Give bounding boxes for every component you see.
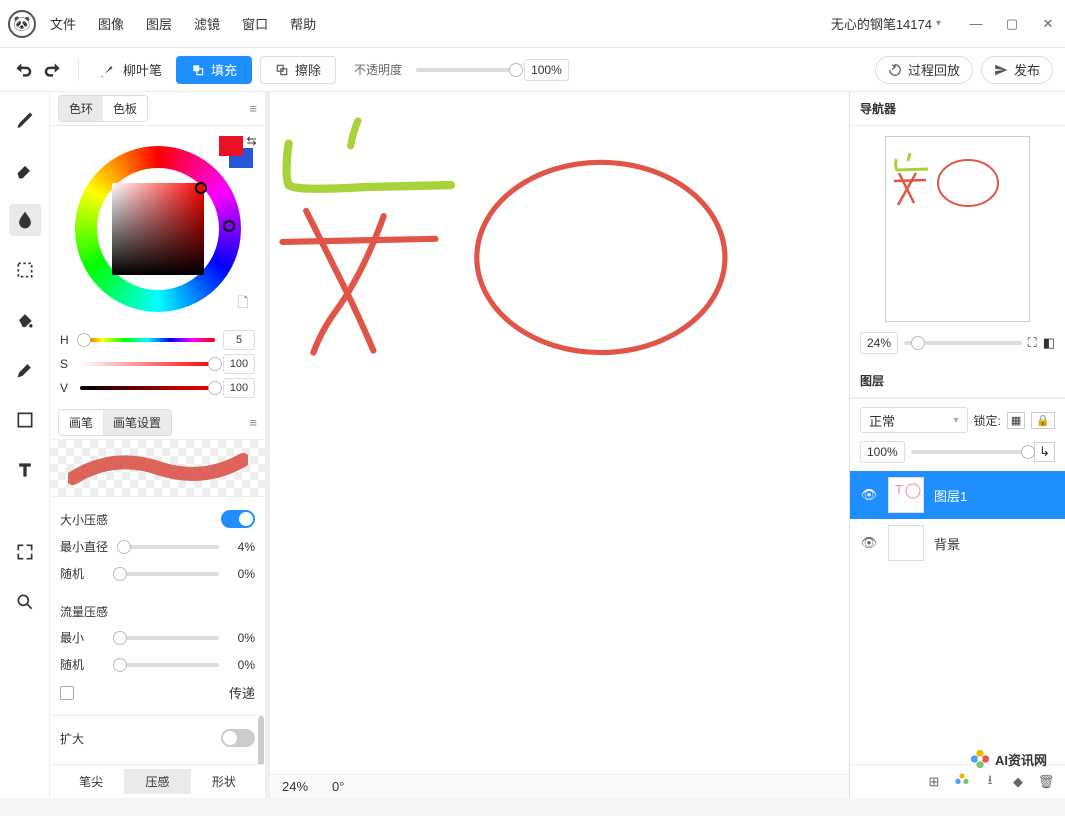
tab-brush[interactable]: 画笔 — [59, 410, 103, 435]
extra-toggle[interactable] — [221, 729, 255, 747]
hue-slider[interactable] — [80, 338, 215, 342]
user-menu[interactable]: 无心的钢笔14174▾ — [831, 14, 941, 33]
layer-opacity-slider[interactable] — [911, 450, 1028, 454]
canvas[interactable] — [270, 92, 849, 774]
download-icon[interactable]: ⭳ — [981, 771, 999, 793]
menu-file[interactable]: 文件 — [50, 14, 76, 33]
fit-screen-icon[interactable]: ⛶ — [1028, 335, 1037, 351]
tool-text[interactable] — [9, 454, 41, 486]
min-diameter-slider[interactable] — [120, 545, 219, 549]
opacity-label: 不透明度 — [354, 61, 402, 78]
panel-menu-icon[interactable]: ≡ — [249, 101, 257, 116]
menu-layer[interactable]: 图层 — [146, 14, 172, 33]
fill-button[interactable]: 填充 — [176, 56, 252, 84]
opacity-value[interactable]: 100% — [524, 59, 569, 81]
size-pressure-toggle[interactable] — [221, 510, 255, 528]
color-wheel[interactable]: ⇆ 🗋 — [63, 134, 253, 324]
window-maximize[interactable]: ▢ — [1003, 16, 1021, 32]
erase-button[interactable]: 擦除 — [260, 56, 336, 84]
brush-selector[interactable]: 柳叶笔 — [99, 60, 162, 79]
tool-transform[interactable] — [9, 536, 41, 568]
size-random-slider[interactable] — [120, 572, 219, 576]
layer-row-bg[interactable]: 👁 背景 — [850, 519, 1065, 567]
flow-min-slider[interactable] — [120, 636, 219, 640]
menu-help[interactable]: 帮助 — [290, 14, 316, 33]
navigator-title: 导航器 — [850, 92, 1065, 126]
delete-layer-icon[interactable]: 🗑 — [1037, 774, 1055, 790]
saturation-slider[interactable] — [80, 362, 215, 366]
layers-title: 图层 — [850, 364, 1065, 398]
tool-shape[interactable] — [9, 404, 41, 436]
flow-pressure-label: 流量压感 — [50, 595, 265, 624]
menu-image[interactable]: 图像 — [98, 14, 124, 33]
svg-text:T: T — [895, 482, 903, 497]
ftab-pressure[interactable]: 压感 — [124, 769, 190, 794]
visibility-icon[interactable]: 👁 — [860, 535, 878, 551]
new-layer-icon[interactable]: ⊞ — [925, 774, 943, 790]
brush-preview — [50, 440, 265, 496]
app-logo: 🐼 — [8, 10, 36, 38]
blend-mode-select[interactable]: 正常▾ — [860, 407, 968, 433]
reset-colors-icon[interactable]: 🗋 — [237, 292, 248, 316]
tool-brush[interactable] — [9, 104, 41, 136]
tool-smudge[interactable] — [9, 204, 41, 236]
layer-row-1[interactable]: 👁 T 图层1 — [850, 471, 1065, 519]
undo-button[interactable] — [12, 59, 34, 81]
visibility-icon[interactable]: 👁 — [860, 487, 878, 503]
pass-checkbox[interactable] — [60, 686, 74, 700]
foreground-swatch[interactable] — [219, 136, 243, 156]
tool-bucket[interactable] — [9, 304, 41, 336]
brush-panel-menu-icon[interactable]: ≡ — [249, 415, 257, 430]
layer-opacity-value[interactable]: 100% — [860, 441, 905, 463]
lock-all-icon[interactable]: 🔒 — [1031, 412, 1055, 429]
replay-button[interactable]: 过程回放 — [875, 56, 973, 84]
tab-color-ring[interactable]: 色环 — [59, 96, 103, 121]
layer-icon-1[interactable] — [953, 772, 971, 791]
window-close[interactable]: ✕ — [1039, 16, 1057, 32]
value-slider[interactable] — [80, 386, 215, 390]
opacity-slider[interactable] — [416, 68, 516, 72]
navigator-preview[interactable] — [885, 136, 1030, 322]
nav-zoom-value[interactable]: 24% — [860, 332, 898, 354]
tool-zoom[interactable] — [9, 586, 41, 618]
menu-filter[interactable]: 滤镜 — [194, 14, 220, 33]
tab-color-swatch[interactable]: 色板 — [103, 96, 147, 121]
flip-icon[interactable]: ◧ — [1043, 335, 1055, 351]
merge-down-icon[interactable]: ◆ — [1009, 774, 1027, 790]
window-minimize[interactable]: — — [967, 16, 985, 32]
clip-mask-icon[interactable]: ↳ — [1034, 442, 1055, 462]
tool-eyedropper[interactable] — [9, 354, 41, 386]
tool-eraser[interactable] — [9, 154, 41, 186]
publish-button[interactable]: 发布 — [981, 56, 1053, 84]
menu-window[interactable]: 窗口 — [242, 14, 268, 33]
flow-random-slider[interactable] — [120, 663, 219, 667]
ftab-shape[interactable]: 形状 — [191, 769, 257, 794]
nav-zoom-slider[interactable] — [904, 341, 1022, 345]
tool-marquee[interactable] — [9, 254, 41, 286]
lock-pixels-icon[interactable]: ▦ — [1007, 412, 1025, 429]
ftab-tip[interactable]: 笔尖 — [58, 769, 124, 794]
redo-button[interactable] — [42, 59, 64, 81]
tab-brush-settings[interactable]: 画笔设置 — [103, 410, 171, 435]
